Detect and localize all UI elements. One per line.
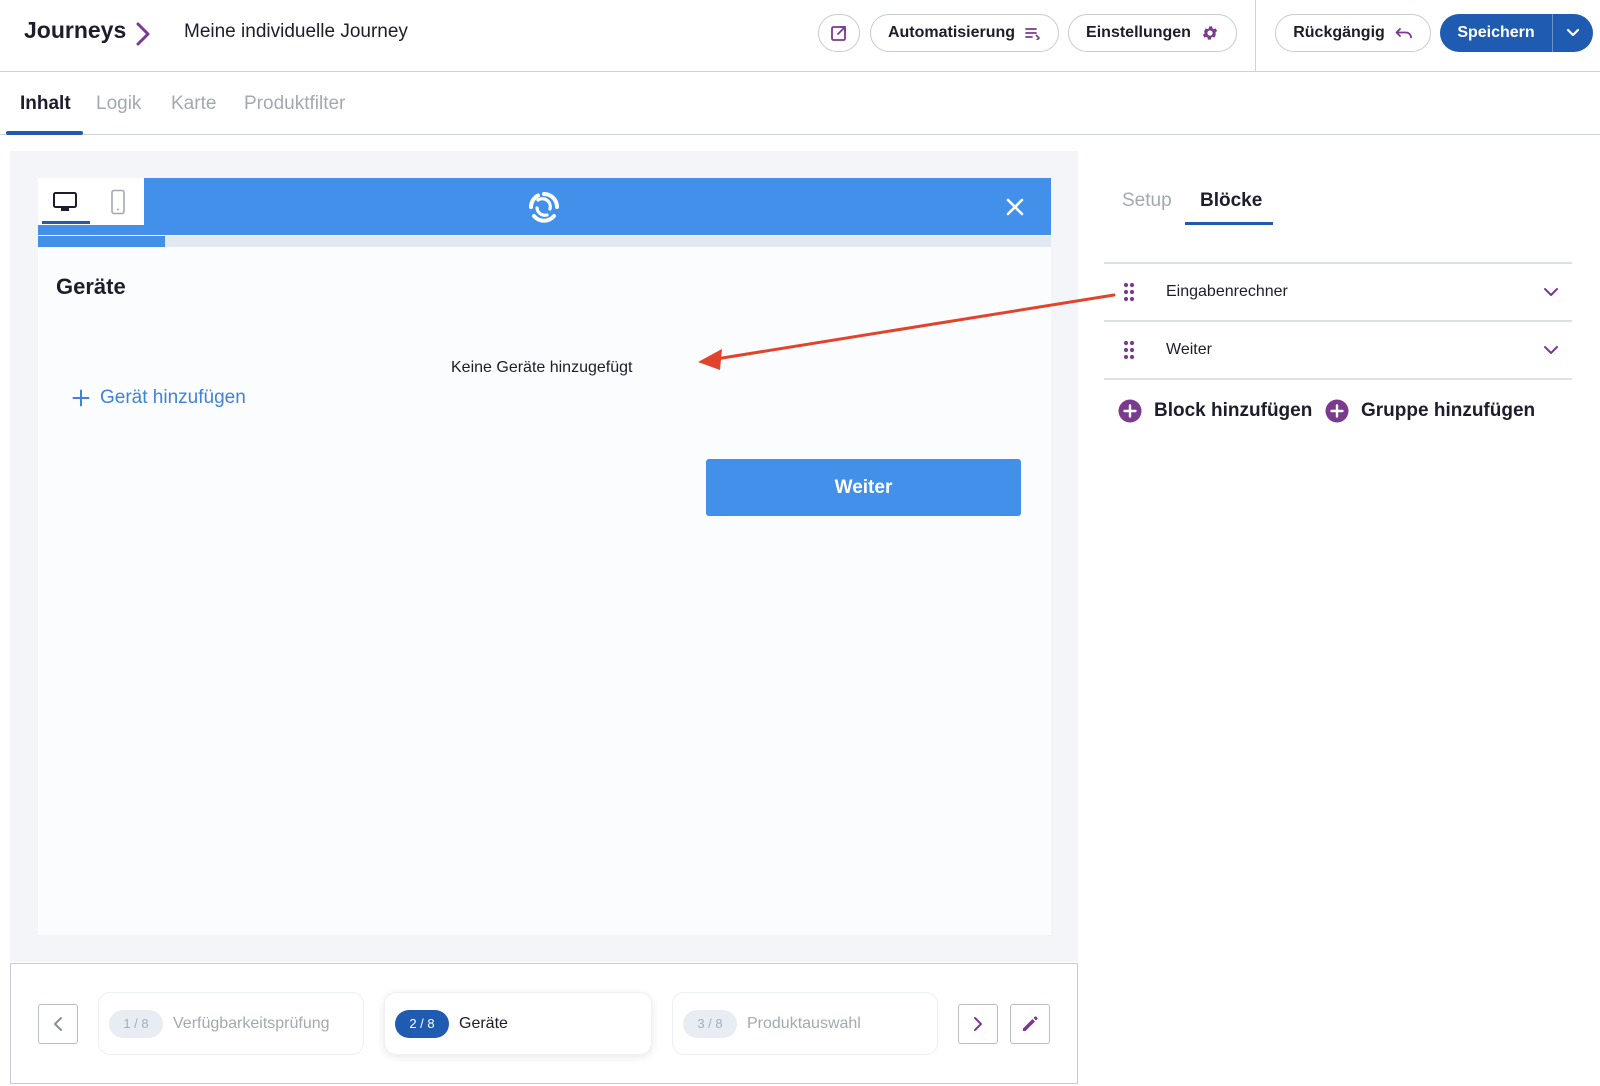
- step-item-current[interactable]: 2 / 8 Geräte: [384, 992, 652, 1055]
- active-tab-indicator: [6, 131, 83, 135]
- add-block-label: Block hinzufügen: [1154, 400, 1313, 421]
- page-title: Geräte: [56, 274, 126, 299]
- block-item-eingabenrechner[interactable]: Eingabenrechner: [1104, 264, 1572, 320]
- journey-name: Meine individuelle Journey: [184, 21, 408, 42]
- settings-label: Einstellungen: [1086, 24, 1191, 41]
- step-label: Produktauswahl: [747, 1014, 861, 1032]
- step-label: Verfügbarkeitsprüfung: [173, 1014, 330, 1032]
- add-block-button[interactable]: Block hinzufügen: [1118, 399, 1312, 423]
- step-item[interactable]: 1 / 8 Verfügbarkeitsprüfung: [98, 992, 364, 1055]
- block-divider: [1104, 378, 1572, 380]
- plus-circle-icon: [1325, 399, 1349, 423]
- step-number-badge: 3 / 8: [683, 1009, 737, 1038]
- automation-button[interactable]: Automatisierung: [870, 14, 1059, 52]
- journey-preview: [38, 178, 1051, 935]
- tab-inhalt[interactable]: Inhalt: [20, 93, 71, 115]
- drag-handle-icon[interactable]: [1104, 340, 1154, 360]
- external-link-icon: [831, 26, 846, 41]
- breadcrumb-chevron-icon: [136, 22, 150, 46]
- side-tab-indicator: [1185, 222, 1273, 225]
- undo-button[interactable]: Rückgängig: [1275, 14, 1431, 52]
- add-device-link[interactable]: Gerät hinzufügen: [72, 387, 246, 409]
- save-button-group: Speichern: [1440, 14, 1593, 52]
- save-menu-button[interactable]: [1553, 14, 1593, 52]
- block-name: Eingabenrechner: [1166, 283, 1288, 300]
- device-toggle: [38, 178, 144, 225]
- chevron-down-icon[interactable]: [1530, 287, 1572, 297]
- step-label: Geräte: [459, 1014, 508, 1032]
- chevron-down-icon[interactable]: [1530, 345, 1572, 355]
- previous-step-button[interactable]: [38, 1004, 78, 1044]
- plus-icon: [72, 389, 90, 407]
- mobile-icon: [110, 189, 125, 214]
- top-header: Journeys Meine individuelle Journey Auto…: [0, 0, 1600, 72]
- tab-produktfilter[interactable]: Produktfilter: [244, 93, 345, 115]
- progress-bar: [38, 236, 1051, 247]
- side-tab-setup[interactable]: Setup: [1122, 190, 1172, 212]
- drag-handle-icon[interactable]: [1104, 282, 1154, 302]
- undo-label: Rückgängig: [1293, 24, 1385, 41]
- next-step-button[interactable]: [958, 1004, 998, 1044]
- step-item[interactable]: 3 / 8 Produktauswahl: [672, 992, 938, 1055]
- chevron-left-icon: [54, 1017, 62, 1031]
- main-tabs: Inhalt Logik Karte Produktfilter: [0, 73, 1600, 135]
- save-button[interactable]: Speichern: [1440, 14, 1553, 52]
- progress-fill: [38, 236, 165, 247]
- add-group-button[interactable]: Gruppe hinzufügen: [1325, 399, 1535, 423]
- add-device-label: Gerät hinzufügen: [100, 387, 246, 408]
- pencil-icon: [1023, 1016, 1038, 1031]
- close-icon[interactable]: [1004, 196, 1026, 218]
- continue-button[interactable]: Weiter: [706, 459, 1021, 516]
- chevron-down-icon: [1566, 28, 1580, 37]
- block-name: Weiter: [1166, 341, 1212, 358]
- empty-state-message: Keine Geräte hinzugefügt: [451, 359, 633, 376]
- settings-button[interactable]: Einstellungen: [1068, 14, 1237, 52]
- undo-icon: [1395, 28, 1412, 39]
- step-number-badge: 1 / 8: [109, 1009, 163, 1038]
- tab-karte[interactable]: Karte: [171, 93, 216, 115]
- step-number-badge: 2 / 8: [395, 1009, 449, 1038]
- block-item-weiter[interactable]: Weiter: [1104, 322, 1572, 378]
- device-toggle-indicator: [42, 221, 90, 224]
- edit-steps-button[interactable]: [1010, 1004, 1050, 1044]
- list-icon: [1025, 28, 1041, 40]
- brand-logo-icon: [529, 192, 559, 223]
- header-divider: [1255, 0, 1256, 72]
- add-group-label: Gruppe hinzufügen: [1361, 400, 1536, 421]
- automation-label: Automatisierung: [887, 24, 1016, 41]
- side-tab-bloecke[interactable]: Blöcke: [1200, 190, 1262, 212]
- desktop-icon: [52, 191, 77, 211]
- open-preview-button[interactable]: [818, 14, 860, 52]
- gear-icon: [1202, 26, 1218, 40]
- breadcrumb-journeys[interactable]: Journeys: [24, 17, 126, 44]
- plus-circle-icon: [1118, 399, 1142, 423]
- mobile-view-button[interactable]: [91, 178, 144, 225]
- desktop-view-button[interactable]: [38, 178, 91, 225]
- chevron-right-icon: [974, 1017, 982, 1031]
- tab-logik[interactable]: Logik: [96, 93, 141, 115]
